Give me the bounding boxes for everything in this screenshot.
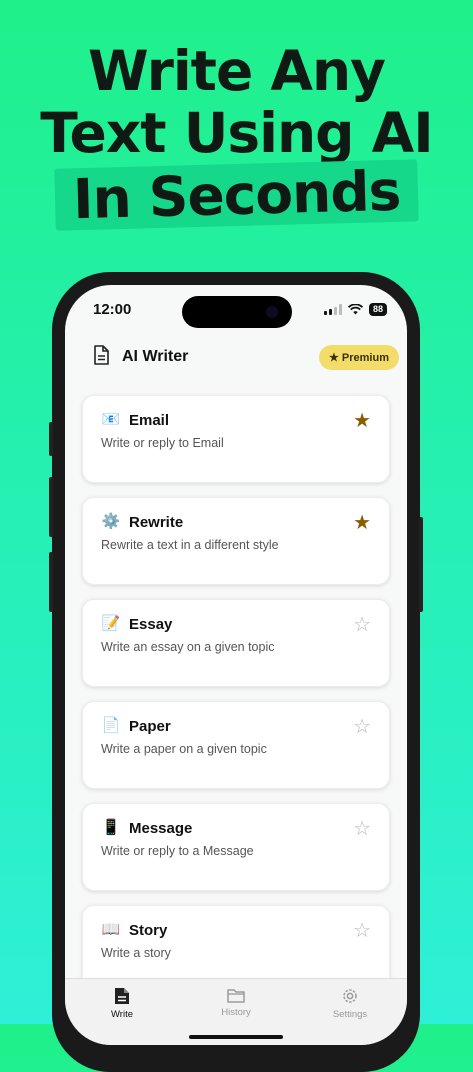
- document-icon: [94, 345, 109, 365]
- premium-button[interactable]: ★ Premium: [319, 345, 399, 370]
- dynamic-island: [182, 296, 292, 328]
- list-item-rewrite[interactable]: ⚙️ Rewrite Rewrite a text in a different…: [82, 497, 390, 585]
- mobile-phone-icon: 📱: [101, 818, 121, 836]
- star-filled-icon[interactable]: ★: [353, 510, 371, 534]
- item-title: Email: [129, 412, 170, 429]
- star-outline-icon[interactable]: ☆: [353, 714, 371, 738]
- tab-settings[interactable]: Settings: [300, 987, 400, 1045]
- tab-bar: Write History Settings: [65, 978, 407, 1045]
- book-icon: 📖: [101, 920, 121, 938]
- headline: Write Any Text Using AI In Seconds: [0, 39, 473, 231]
- item-title: Message: [129, 820, 193, 837]
- app-screen: 12:00 88 AI Writer ★ Premium 📧 Email Wri…: [65, 285, 407, 1045]
- tab-write[interactable]: Write: [72, 987, 172, 1045]
- list-item-message[interactable]: 📱 Message Write or reply to a Message ☆: [82, 803, 390, 891]
- page-icon: 📄: [101, 716, 121, 734]
- volume-down-button: [49, 552, 53, 612]
- tab-label: Write: [111, 1009, 133, 1020]
- power-button: [419, 517, 423, 612]
- tab-label: Settings: [332, 1009, 368, 1020]
- list-item-essay[interactable]: 📝 Essay Write an essay on a given topic …: [82, 599, 390, 687]
- action-button: [49, 422, 53, 456]
- list-item-paper[interactable]: 📄 Paper Write a paper on a given topic ☆: [82, 701, 390, 789]
- nav-bar: AI Writer ★ Premium: [65, 327, 407, 379]
- item-description: Write or reply to Email: [101, 436, 224, 450]
- email-icon: 📧: [101, 410, 121, 428]
- item-title: Paper: [129, 718, 171, 735]
- volume-up-button: [49, 477, 53, 537]
- star-outline-icon[interactable]: ☆: [353, 918, 371, 942]
- gear-icon: [343, 989, 357, 1003]
- tab-label: History: [221, 1007, 251, 1018]
- phone-frame: 12:00 88 AI Writer ★ Premium 📧 Email Wri…: [49, 272, 423, 1072]
- gear-icon: ⚙️: [101, 512, 121, 530]
- star-outline-icon[interactable]: ☆: [353, 816, 371, 840]
- item-title: Story: [129, 922, 168, 939]
- headline-line-3: In Seconds: [54, 159, 419, 231]
- headline-line-2: Text Using AI: [40, 101, 433, 165]
- list-item-email[interactable]: 📧 Email Write or reply to Email ★: [82, 395, 390, 483]
- star-outline-icon[interactable]: ☆: [353, 612, 371, 636]
- writer-list: 📧 Email Write or reply to Email ★ ⚙️ Rew…: [82, 395, 390, 1007]
- item-title: Essay: [129, 616, 173, 633]
- memo-icon: 📝: [101, 614, 121, 632]
- document-icon: [115, 988, 129, 1004]
- status-icons: 88: [323, 303, 387, 316]
- item-description: Write a paper on a given topic: [101, 742, 267, 756]
- item-description: Write a story: [101, 946, 171, 960]
- wifi-icon: [347, 304, 363, 315]
- battery-indicator: 88: [368, 303, 387, 316]
- headline-line-1: Write Any: [88, 39, 386, 103]
- star-filled-icon[interactable]: ★: [353, 408, 371, 432]
- item-description: Rewrite a text in a different style: [101, 538, 279, 552]
- signal-icon: [323, 304, 342, 315]
- home-indicator[interactable]: [189, 1035, 283, 1039]
- page-title: AI Writer: [122, 348, 189, 365]
- camera-icon: [266, 306, 278, 318]
- item-title: Rewrite: [129, 514, 184, 531]
- item-description: Write or reply to a Message: [101, 844, 254, 858]
- folder-icon: [227, 989, 245, 1003]
- status-time: 12:00: [93, 301, 132, 318]
- item-description: Write an essay on a given topic: [101, 640, 275, 654]
